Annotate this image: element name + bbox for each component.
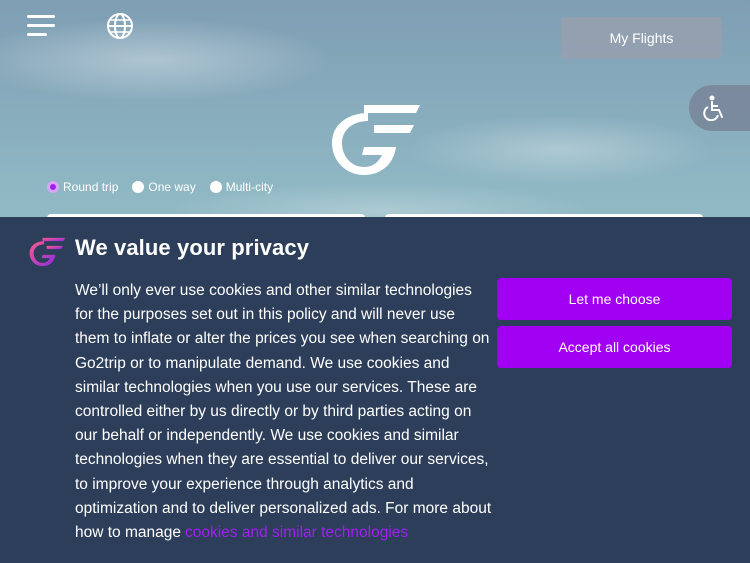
- go2trip-logo: [328, 103, 422, 182]
- trip-type-selector: Round trip One way Multi-city: [47, 180, 273, 194]
- accessibility-button[interactable]: [689, 85, 750, 131]
- trip-type-label: Multi-city: [225, 180, 274, 194]
- globe-icon[interactable]: [106, 12, 134, 40]
- radio-unchecked-icon[interactable]: [132, 181, 145, 193]
- radio-checked-icon[interactable]: [47, 181, 59, 193]
- privacy-text: We’ll only ever use cookies and other si…: [75, 282, 492, 542]
- let-me-choose-button[interactable]: Let me choose: [497, 278, 732, 320]
- privacy-title: We value your privacy: [75, 235, 310, 260]
- accept-all-cookies-button[interactable]: Accept all cookies: [497, 326, 732, 368]
- trip-type-multi-city[interactable]: Multi-city: [209, 180, 274, 194]
- privacy-body: We’ll only ever use cookies and other si…: [75, 279, 493, 545]
- wheelchair-icon: [703, 95, 723, 121]
- hamburger-menu-icon[interactable]: [27, 15, 57, 37]
- trip-type-round-trip[interactable]: Round trip: [47, 180, 118, 194]
- trip-type-one-way[interactable]: One way: [132, 180, 196, 194]
- radio-unchecked-icon[interactable]: [209, 181, 222, 193]
- trip-type-label: One way: [148, 180, 196, 194]
- trip-type-label: Round trip: [63, 180, 119, 194]
- my-flights-button[interactable]: My Flights: [561, 17, 722, 59]
- cookies-policy-link[interactable]: cookies and similar technologies: [185, 524, 408, 541]
- go2trip-logo-small: [28, 237, 66, 272]
- privacy-banner: We value your privacy We’ll only ever us…: [0, 217, 750, 563]
